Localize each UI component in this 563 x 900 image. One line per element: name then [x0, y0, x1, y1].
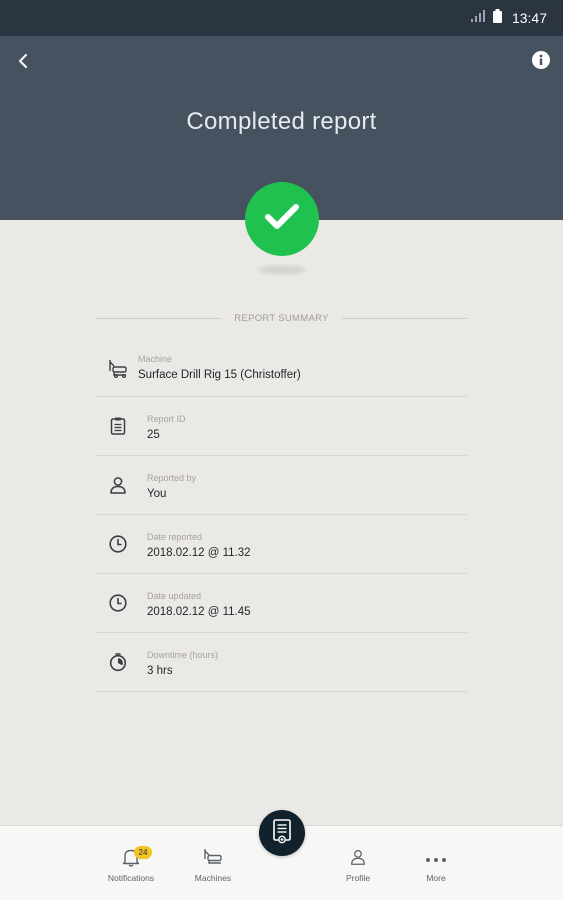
person-icon — [349, 847, 367, 872]
summary-row-machine: Machine Surface Drill Rig 15 (Christoffe… — [96, 338, 467, 397]
clipboard-icon — [107, 415, 129, 437]
date-updated-label: Date updated — [147, 591, 202, 601]
reported-by-label: Reported by — [147, 473, 197, 483]
status-time: 13:47 — [511, 10, 547, 26]
drill-rig-icon — [107, 357, 129, 379]
status-bar: 13:47 — [0, 0, 563, 36]
machine-value: Surface Drill Rig 15 (Christoffer) — [138, 369, 301, 381]
back-button[interactable] — [10, 50, 36, 76]
person-icon — [107, 474, 129, 496]
downtime-label: Downtime (hours) — [147, 650, 219, 660]
nav-machines[interactable]: Machines — [178, 848, 248, 883]
info-button[interactable] — [531, 50, 551, 74]
report-summary-divider: REPORT SUMMARY — [96, 310, 467, 326]
profile-label: Profile — [345, 873, 371, 883]
report-summary-list: Machine Surface Drill Rig 15 (Christoffe… — [96, 338, 467, 692]
nav-notifications[interactable]: 24 Notifications — [96, 846, 166, 883]
success-badge — [245, 182, 319, 256]
reported-by-value: You — [147, 488, 167, 500]
more-dots-icon — [425, 850, 447, 868]
date-reported-label: Date reported — [147, 532, 203, 542]
report-document-icon — [271, 818, 293, 849]
nav-profile[interactable]: Profile — [323, 848, 393, 883]
drill-rig-icon — [202, 847, 224, 872]
clock-icon — [107, 533, 129, 555]
stopwatch-icon — [107, 651, 129, 673]
nav-more[interactable]: More — [401, 848, 471, 883]
checkmark-icon — [264, 203, 300, 236]
new-report-button[interactable] — [259, 810, 305, 856]
date-reported-value: 2018.02.12 @ 11.32 — [147, 547, 251, 559]
report-id-label: Report ID — [147, 414, 186, 424]
notifications-badge: 24 — [134, 846, 152, 859]
date-updated-value: 2018.02.12 @ 11.45 — [147, 606, 251, 618]
page-title: Completed report — [186, 108, 377, 135]
downtime-value: 3 hrs — [147, 665, 173, 677]
machine-label: Machine — [138, 354, 173, 364]
battery-icon — [492, 8, 502, 28]
info-icon — [532, 50, 550, 74]
notifications-label: Notifications — [107, 873, 155, 883]
signal-icon — [470, 9, 487, 27]
success-badge-shadow — [258, 266, 306, 274]
summary-row-reported-by: Reported by You — [96, 456, 467, 515]
summary-row-date-updated: Date updated 2018.02.12 @ 11.45 — [96, 574, 467, 633]
section-label: REPORT SUMMARY — [234, 312, 329, 324]
divider-line — [341, 317, 467, 319]
more-label: More — [426, 873, 446, 883]
report-id-value: 25 — [147, 429, 160, 441]
clock-icon — [107, 592, 129, 614]
summary-row-downtime: Downtime (hours) 3 hrs — [96, 633, 467, 692]
divider-line — [96, 317, 222, 319]
chevron-left-icon — [17, 53, 29, 73]
summary-row-report-id: Report ID 25 — [96, 397, 467, 456]
machines-label: Machines — [194, 873, 232, 883]
summary-row-date-reported: Date reported 2018.02.12 @ 11.32 — [96, 515, 467, 574]
